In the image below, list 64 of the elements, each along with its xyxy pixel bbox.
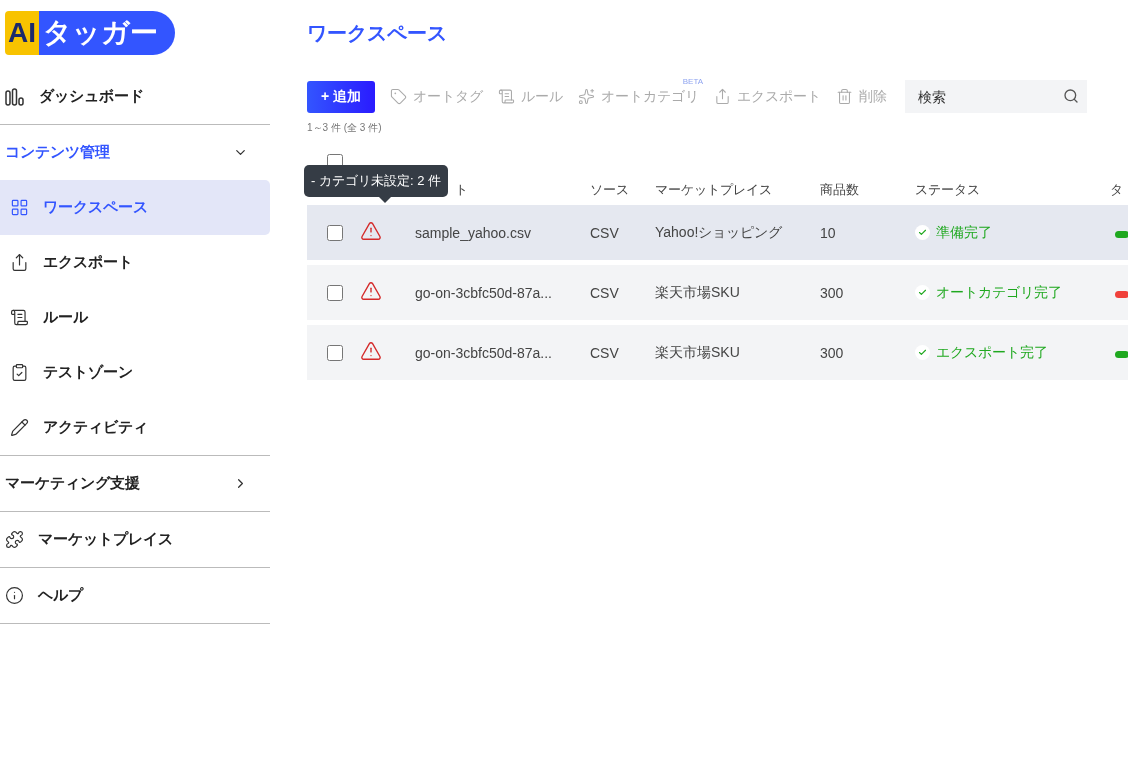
page-title: ワークスペース bbox=[307, 21, 448, 46]
search-field[interactable]: 検索 bbox=[905, 80, 1088, 113]
pencil-icon bbox=[10, 418, 29, 437]
column-header: 商品数 bbox=[820, 181, 859, 199]
logo: AI タッガー bbox=[5, 11, 175, 55]
info-icon bbox=[5, 586, 24, 605]
table-cell-text: sample_yahoo.csv bbox=[414, 224, 532, 241]
scroll-icon bbox=[498, 88, 516, 105]
table-cell-text: CSV bbox=[590, 344, 620, 361]
sparkles-icon bbox=[578, 88, 596, 105]
checkbox[interactable] bbox=[327, 284, 343, 301]
table-row[interactable]: go-on-3cbfc50d-87a... CSV 楽天市場SKU 300 エクスポート完了 bbox=[307, 325, 1128, 380]
sidebar-item[interactable]: ヘルプ bbox=[0, 568, 270, 623]
table-cell-text: go-on-3cbfc50d-87a... bbox=[414, 344, 553, 361]
warning-icon[interactable] bbox=[360, 280, 382, 302]
table-cell-text: 楽天市場SKU bbox=[655, 283, 741, 302]
column-header: ステータス bbox=[915, 181, 980, 199]
trash-icon bbox=[836, 88, 854, 105]
column-header: タ bbox=[1110, 181, 1123, 199]
sidebar-item[interactable]: エクスポート bbox=[0, 235, 270, 290]
search-icon bbox=[1063, 88, 1080, 104]
sidebar-item[interactable]: ワークスペース bbox=[0, 180, 270, 235]
status-text: エクスポート完了 bbox=[936, 343, 1048, 362]
sidebar-item[interactable]: アクティビティ bbox=[0, 400, 270, 455]
check-icon bbox=[915, 285, 930, 300]
table-cell-text: 楽天市場SKU bbox=[655, 343, 741, 362]
table-cell-text: CSV bbox=[590, 224, 620, 241]
sidebar-item[interactable]: ダッシュボード bbox=[0, 69, 270, 124]
puzzle-icon bbox=[5, 530, 24, 549]
sidebar-item[interactable]: マーケットプレイス bbox=[0, 512, 270, 567]
share-icon bbox=[714, 88, 732, 105]
check-icon bbox=[915, 345, 930, 360]
column-header: ト bbox=[455, 181, 468, 199]
table-cell-text: CSV bbox=[590, 284, 620, 301]
sidebar-group[interactable]: コンテンツ管理 bbox=[0, 125, 270, 180]
checkbox[interactable] bbox=[327, 224, 343, 241]
tooltip: - カテゴリ未設定: 2 件 bbox=[304, 165, 448, 197]
scroll-icon bbox=[10, 308, 29, 327]
sidebar-group[interactable]: マーケティング支援 bbox=[0, 456, 270, 511]
column-header: ソース bbox=[590, 181, 629, 199]
status-text: オートカテゴリ完了 bbox=[936, 283, 1062, 302]
bar-chart-icon bbox=[5, 87, 25, 106]
beta-label: BETA bbox=[682, 76, 704, 86]
toolbar-button[interactable]: + 追加 bbox=[307, 80, 376, 113]
warning-icon[interactable] bbox=[360, 340, 382, 362]
share-icon bbox=[10, 253, 29, 272]
clipboard-check-icon bbox=[10, 363, 29, 382]
checkbox[interactable] bbox=[327, 344, 343, 361]
table-cell-text: 300 bbox=[820, 344, 845, 361]
grid-icon bbox=[10, 198, 29, 217]
table-row[interactable]: sample_yahoo.csv CSV Yahoo!ショッピング 10 準備完了 bbox=[307, 205, 1128, 260]
check-icon bbox=[915, 225, 930, 240]
column-header: マーケットプレイス bbox=[655, 181, 772, 199]
status-text: 準備完了 bbox=[936, 223, 992, 242]
table-cell-text: Yahoo!ショッピング bbox=[655, 223, 784, 242]
result-count: 1～3 件 (全 3 件) bbox=[307, 121, 383, 135]
table-row[interactable]: go-on-3cbfc50d-87a... CSV 楽天市場SKU 300 オートカテゴリ完了 bbox=[307, 265, 1128, 320]
table-cell-text: 300 bbox=[820, 284, 845, 301]
tag-icon bbox=[390, 88, 408, 105]
warning-icon[interactable] bbox=[360, 220, 382, 242]
sidebar-item[interactable]: ルール bbox=[0, 290, 270, 345]
table-cell-text: 10 bbox=[820, 224, 837, 241]
sidebar-item[interactable]: テストゾーン bbox=[0, 345, 270, 400]
table-cell-text: go-on-3cbfc50d-87a... bbox=[414, 284, 553, 301]
